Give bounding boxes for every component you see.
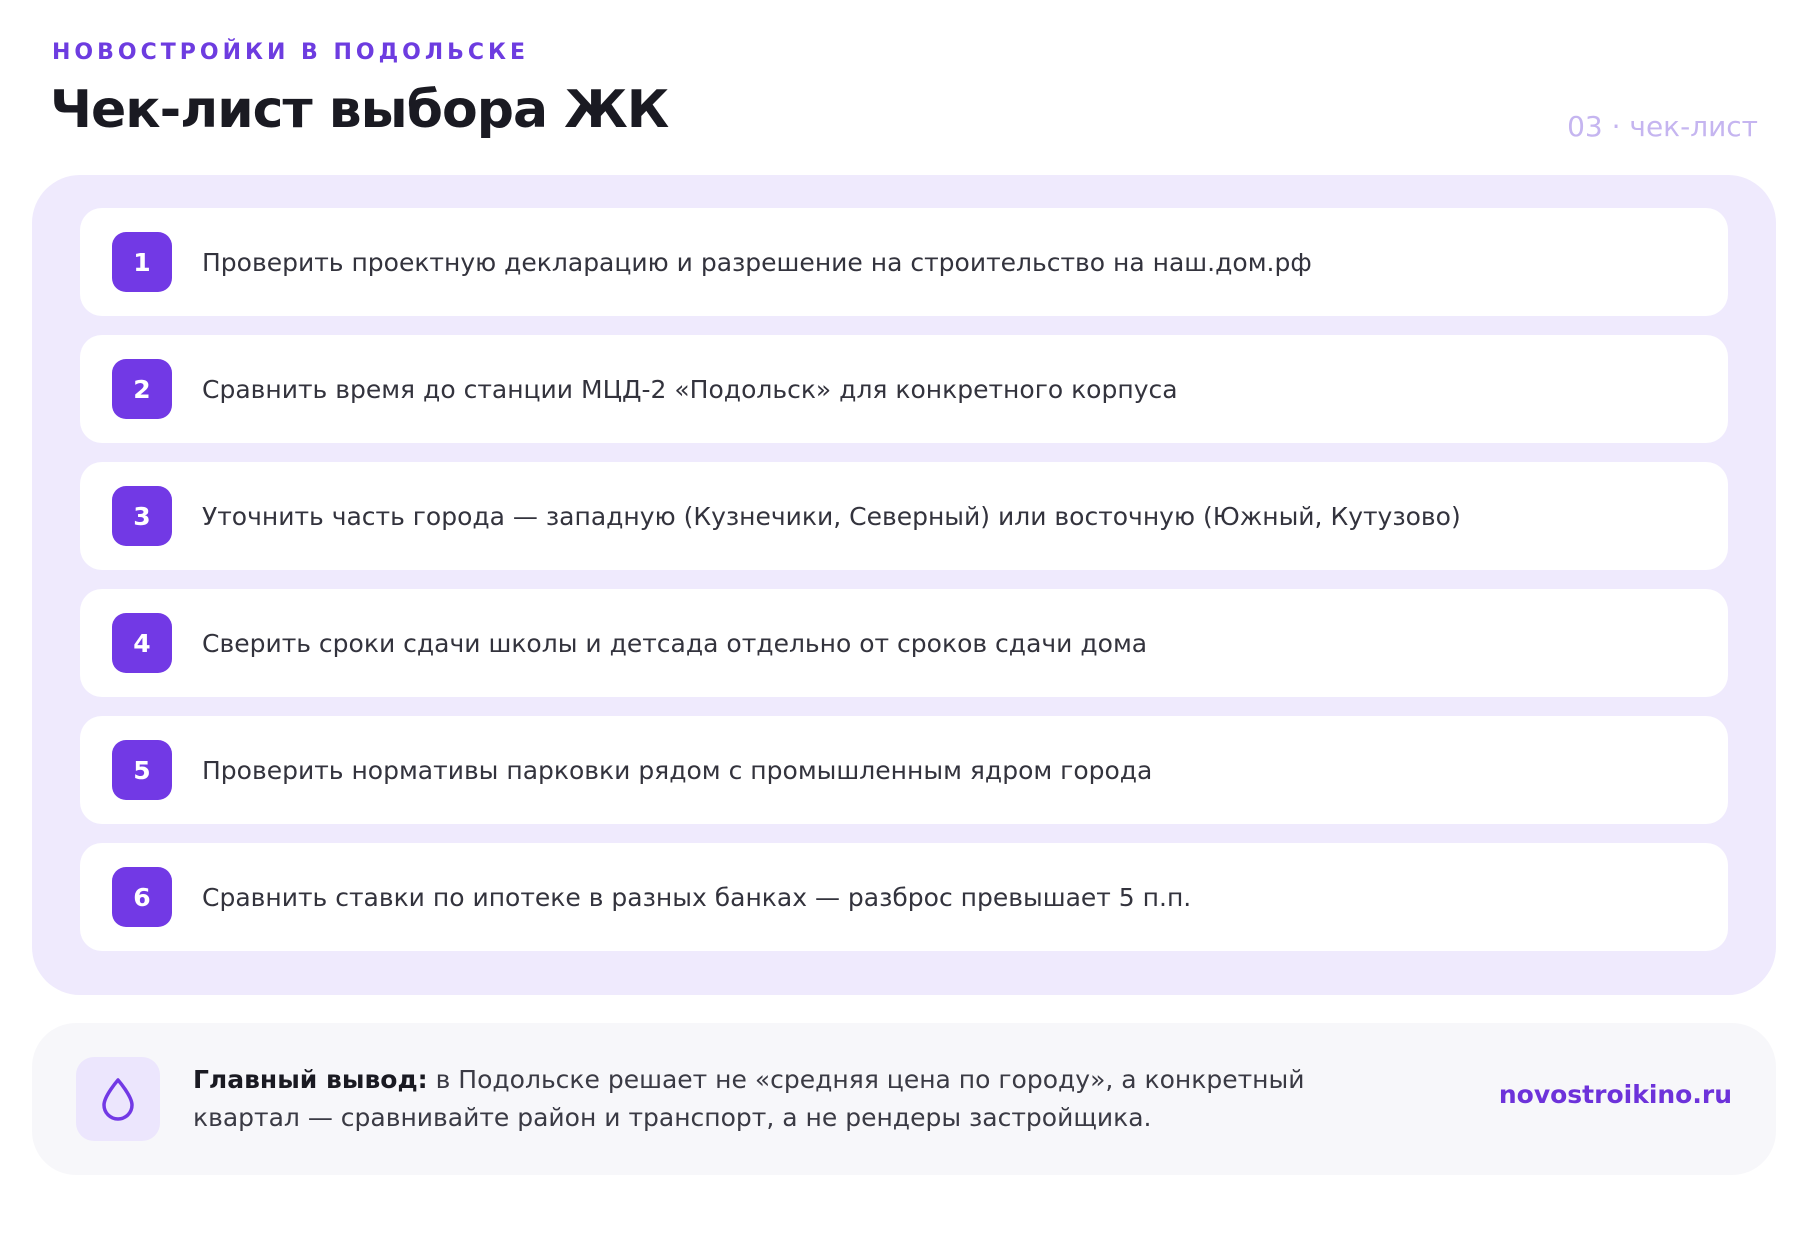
item-number-badge: 5: [112, 740, 172, 800]
drop-icon: [102, 1078, 134, 1121]
item-text: Уточнить часть города — западную (Кузнеч…: [202, 501, 1461, 531]
conclusion-card: Главный вывод: в Подольске решает не «ср…: [32, 1023, 1776, 1175]
item-text: Проверить нормативы парковки рядом с про…: [202, 755, 1153, 785]
checklist-item: 2 Сравнить время до станции МЦД-2 «Подол…: [80, 335, 1728, 443]
page-meta: 03 · чек-лист: [1567, 110, 1758, 143]
checklist-item: 1 Проверить проектную декларацию и разре…: [80, 208, 1728, 316]
drop-icon-box: [76, 1057, 160, 1141]
checklist-item: 4 Сверить сроки сдачи школы и детсада от…: [80, 589, 1728, 697]
item-text: Сверить сроки сдачи школы и детсада отде…: [202, 628, 1148, 658]
item-number-badge: 3: [112, 486, 172, 546]
checklist-item: 5 Проверить нормативы парковки рядом с п…: [80, 716, 1728, 824]
conclusion-text: Главный вывод: в Подольске решает не «ср…: [193, 1061, 1393, 1137]
conclusion-label: Главный вывод:: [193, 1065, 428, 1094]
checklist-item: 6 Сравнить ставки по ипотеке в разных ба…: [80, 843, 1728, 951]
site-link[interactable]: novostroikino.ru: [1499, 1080, 1732, 1109]
item-number-badge: 6: [112, 867, 172, 927]
item-number-badge: 2: [112, 359, 172, 419]
item-number-badge: 1: [112, 232, 172, 292]
item-text: Сравнить ставки по ипотеке в разных банк…: [202, 882, 1192, 912]
page-title: Чек-лист выбора ЖК: [50, 80, 669, 140]
checklist-panel: 1 Проверить проектную декларацию и разре…: [32, 175, 1776, 995]
checklist-item: 3 Уточнить часть города — западную (Кузн…: [80, 462, 1728, 570]
item-text: Проверить проектную декларацию и разреше…: [202, 247, 1312, 277]
item-text: Сравнить время до станции МЦД-2 «Подольс…: [202, 374, 1178, 404]
item-number-badge: 4: [112, 613, 172, 673]
eyebrow: НОВОСТРОЙКИ В ПОДОЛЬСКЕ: [52, 40, 530, 65]
